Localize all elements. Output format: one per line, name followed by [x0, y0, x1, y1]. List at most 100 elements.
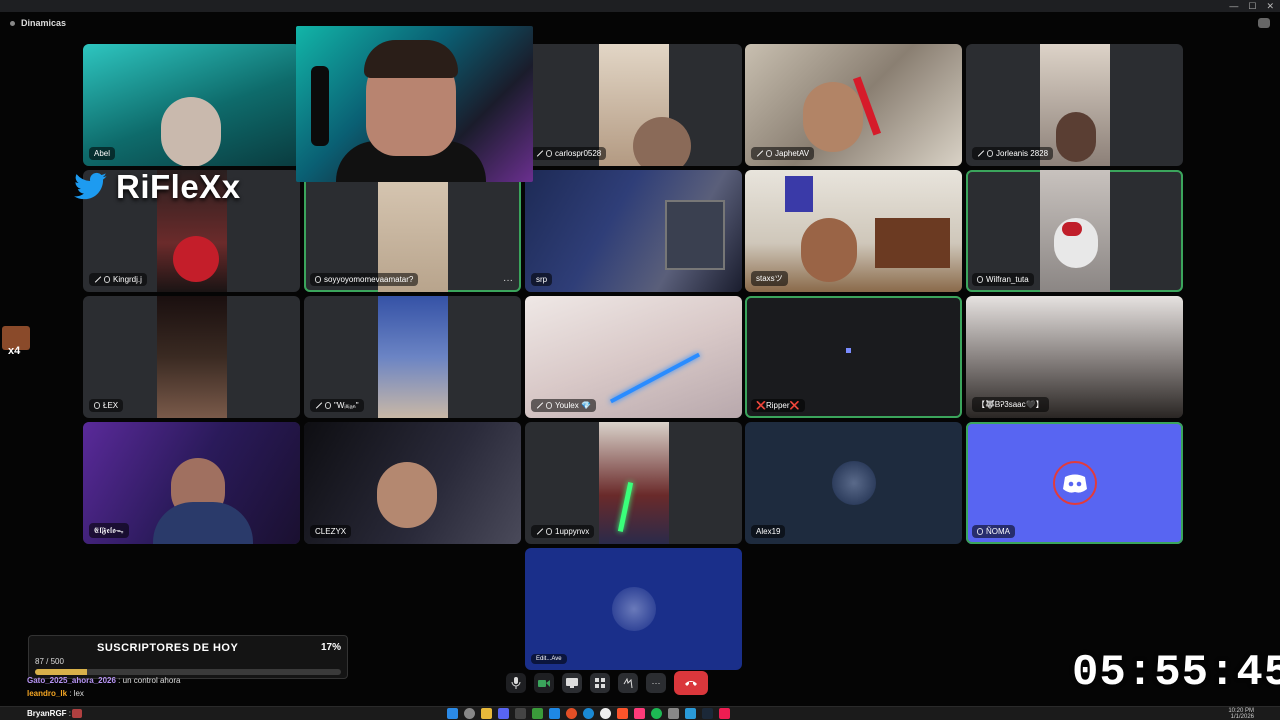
participant-label: "Wᵢₗₗᵢₐₙ"	[310, 399, 364, 412]
participant-label: srp	[531, 273, 553, 286]
chat-overlay: Gato_2025_ahora_2026 : un control ahora …	[0, 676, 420, 702]
chat-toggle-icon[interactable]	[1258, 18, 1270, 28]
tiktok-icon[interactable]	[719, 708, 730, 719]
muted-icon	[315, 402, 322, 409]
activities-button[interactable]	[590, 673, 610, 693]
participant-tile[interactable]: Abel	[83, 44, 300, 166]
participant-tile[interactable]: Alex19	[745, 422, 962, 544]
soundboard-button[interactable]	[618, 673, 638, 693]
chat-username: BryanRGF	[27, 709, 67, 718]
goal-percent: 17%	[320, 642, 341, 653]
chat-text: :	[66, 709, 72, 718]
muted-icon	[536, 528, 543, 535]
participant-tile[interactable]: JaphetAV	[745, 44, 962, 166]
participant-label: soyyoyomomevaamatar?	[310, 273, 419, 286]
participant-tile[interactable]: 𝕰𝖑𝕱𝖊𝖑𝖔ᯓ	[83, 422, 300, 544]
opera-icon[interactable]	[566, 708, 577, 719]
participant-tile[interactable]: 1uppynvx	[525, 422, 742, 544]
steam-icon[interactable]	[702, 708, 713, 719]
search-icon[interactable]	[464, 708, 475, 719]
edge-icon[interactable]	[583, 708, 594, 719]
screen-share-icon	[566, 678, 578, 688]
user-avatar	[831, 461, 876, 505]
participant-tile[interactable]: carlospr0528	[525, 44, 742, 166]
participant-tile[interactable]: Edit...Ave	[525, 548, 742, 670]
participant-tile[interactable]: ❌Ripper❌	[745, 296, 962, 418]
participant-label: Alex19	[751, 525, 786, 538]
app-icon[interactable]	[532, 708, 543, 719]
chat-message: BryanRGF :	[27, 709, 71, 718]
participant-tile[interactable]: Jorleanis 2828	[966, 44, 1183, 166]
voice-channel-icon	[10, 20, 15, 26]
participant-tile[interactable]: "Wᵢₗₗᵢₐₙ"	[304, 296, 521, 418]
streamer-name: RiFleXx	[116, 168, 241, 205]
more-button[interactable]: ···	[646, 673, 666, 693]
participant-tile[interactable]: srp	[525, 170, 742, 292]
clock-date: 1/1/2026	[1230, 714, 1254, 720]
spotify-icon[interactable]	[651, 708, 662, 719]
call-controls: ···	[506, 670, 708, 696]
app-icon[interactable]	[634, 708, 645, 719]
brave-icon[interactable]	[617, 708, 628, 719]
hang-up-button[interactable]	[674, 671, 708, 695]
participant-label: 1uppynvx	[531, 525, 595, 538]
chat-text: : lex	[67, 689, 84, 698]
file-explorer-icon[interactable]	[481, 708, 492, 719]
mobile-icon	[546, 402, 552, 409]
goal-title: SUSCRIPTORES DE HOY	[97, 642, 239, 654]
minimize-button[interactable]: —	[1229, 1, 1238, 12]
participant-label: JaphetAV	[751, 147, 815, 160]
mobile-icon	[987, 150, 993, 157]
microphone-icon	[511, 677, 521, 689]
screen-share-button[interactable]	[562, 673, 582, 693]
participant-tile[interactable]: ŁEX	[83, 296, 300, 418]
app-icon[interactable]	[549, 708, 560, 719]
participant-tile[interactable]: ÑOMA	[966, 422, 1183, 544]
mobile-icon	[325, 402, 331, 409]
participant-label: Kingrdj.j	[89, 273, 147, 286]
participant-tile[interactable]: 【🐺ᏴᎮ3saac🖤】	[966, 296, 1183, 418]
participant-label: ŁEX	[89, 399, 124, 412]
goal-count: 87 / 500	[35, 657, 64, 666]
mobile-icon	[977, 276, 983, 283]
maximize-button[interactable]: ☐	[1248, 1, 1256, 12]
microphone-button[interactable]	[506, 673, 526, 693]
participant-tile[interactable]: soyyoyomomevaamatar? ···	[304, 170, 521, 292]
participant-tile[interactable]: staxsツ	[745, 170, 962, 292]
app-icon[interactable]	[515, 708, 526, 719]
participant-label: CLEZYX	[310, 525, 352, 538]
participant-tile[interactable]: Youlex 💎	[525, 296, 742, 418]
muted-icon	[977, 150, 984, 157]
participant-label: staxsツ	[751, 271, 788, 286]
mobile-icon	[766, 150, 772, 157]
app-icon[interactable]	[685, 708, 696, 719]
streamer-brand: RiFleXx	[74, 168, 241, 206]
more-options-button[interactable]: ···	[503, 275, 513, 286]
muted-icon	[756, 150, 763, 157]
obs-icon[interactable]	[600, 708, 611, 719]
windows-start-icon[interactable]	[447, 708, 458, 719]
participant-label: ❌Ripper❌	[751, 399, 805, 412]
system-clock[interactable]: 10:20 PM 1/1/2026	[1228, 708, 1254, 720]
soundboard-icon	[623, 678, 633, 688]
participant-label: Jorleanis 2828	[972, 147, 1054, 160]
app-icon[interactable]	[668, 708, 679, 719]
participant-label: ÑOMA	[972, 525, 1015, 538]
chat-emote-icon	[72, 709, 82, 718]
chat-message: Gato_2025_ahora_2026 : un control ahora	[0, 676, 420, 689]
channel-name[interactable]: Dinamicas	[21, 18, 66, 28]
user-avatar	[611, 587, 656, 631]
participant-tile[interactable]: CLEZYX	[304, 422, 521, 544]
camera-button[interactable]	[534, 673, 554, 693]
chat-message: leandro_lk : lex	[0, 689, 420, 702]
streamer-webcam	[296, 26, 533, 182]
channel-header: Dinamicas	[0, 14, 1280, 32]
discord-icon[interactable]	[498, 708, 509, 719]
mobile-icon	[104, 276, 110, 283]
muted-icon	[536, 402, 543, 409]
muted-icon	[536, 150, 543, 157]
subscriber-goal-widget: SUSCRIPTORES DE HOY 17% 87 / 500	[28, 635, 348, 679]
chat-username: leandro_lk	[27, 689, 68, 698]
close-button[interactable]: ✕	[1266, 1, 1274, 12]
participant-tile[interactable]: Wilfran_tuta	[966, 170, 1183, 292]
